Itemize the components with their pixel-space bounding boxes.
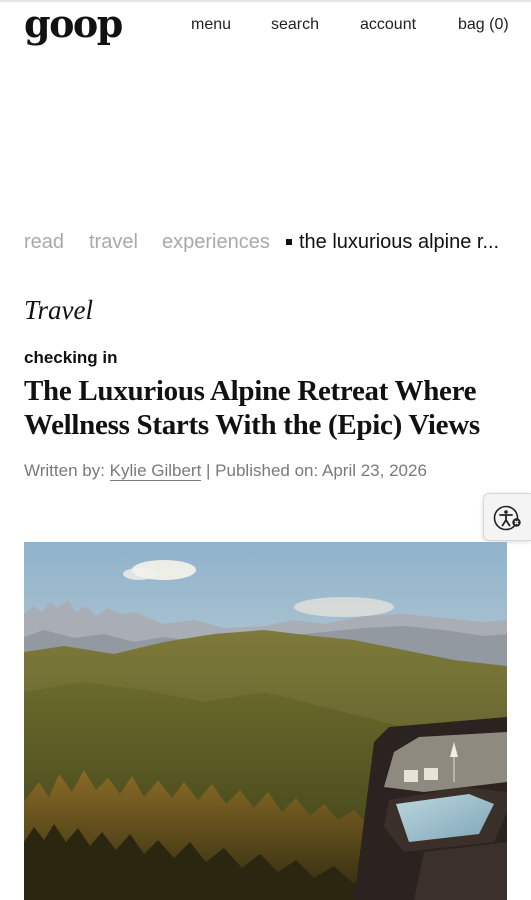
published-date: | Published on: April 23, 2026: [206, 461, 427, 480]
breadcrumb-travel[interactable]: travel: [89, 230, 138, 254]
accessibility-button[interactable]: [483, 493, 531, 541]
byline-prefix: Written by:: [24, 461, 105, 480]
breadcrumb-experiences[interactable]: experiences: [162, 230, 270, 254]
search-link[interactable]: search: [271, 16, 319, 34]
article-headline: The Luxurious Alpine Retreat Where Welln…: [24, 375, 480, 441]
accessibility-icon: [493, 505, 521, 531]
account-link[interactable]: account: [360, 16, 416, 34]
article-byline: Written by: Kylie Gilbert | Published on…: [24, 460, 427, 482]
goop-logo[interactable]: goop: [24, 1, 123, 47]
menu-link[interactable]: menu: [191, 16, 231, 34]
breadcrumb: read travel experiences the luxurious al…: [24, 230, 514, 254]
site-header: goop menu search account bag (0): [0, 0, 531, 52]
breadcrumb-current: the luxurious alpine r...: [299, 231, 500, 253]
bag-link[interactable]: bag (0): [458, 16, 509, 34]
article-category[interactable]: Travel: [24, 294, 93, 326]
breadcrumb-read[interactable]: read: [24, 230, 64, 254]
hero-image: [24, 542, 507, 900]
article-kicker: checking in: [24, 348, 118, 367]
breadcrumb-separator: [286, 239, 292, 245]
alpine-landscape-image: [24, 542, 507, 900]
author-link[interactable]: Kylie Gilbert: [109, 461, 202, 481]
